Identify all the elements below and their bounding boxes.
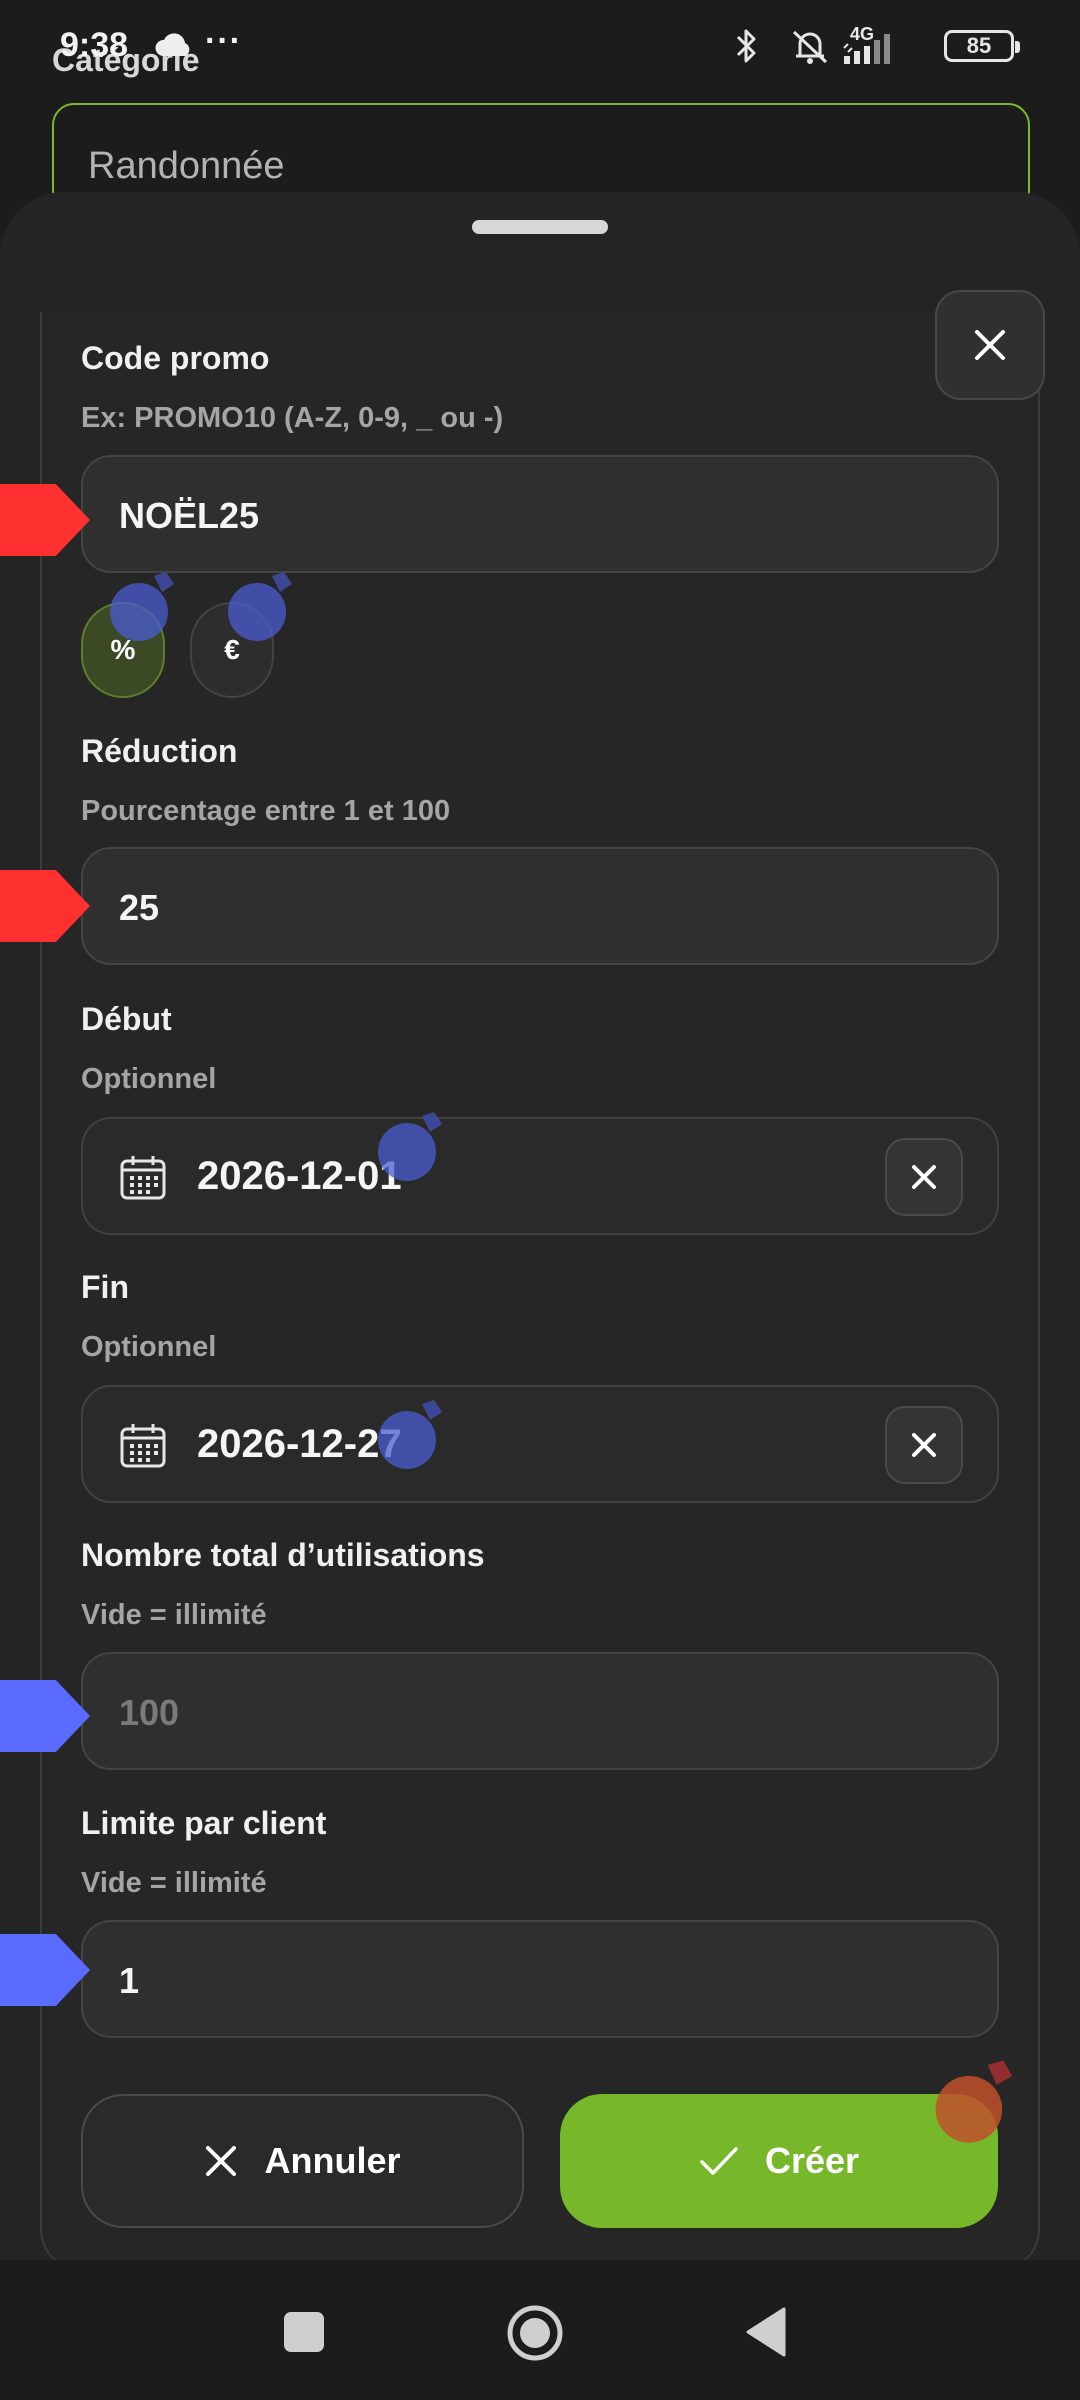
- start-date-value: 2026-12-01: [197, 1154, 402, 1198]
- promo-code-hint: Ex: PROMO10 (A-Z, 0-9, _ ou -): [81, 402, 504, 434]
- total-uses-placeholder: 100: [119, 1692, 180, 1733]
- reduction-hint: Pourcentage entre 1 et 100: [81, 795, 451, 827]
- end-date-hint: Optionnel: [81, 1331, 217, 1363]
- end-date-value: 2026-12-27: [197, 1422, 402, 1466]
- sheet-drag-handle[interactable]: [472, 220, 608, 234]
- start-date-field[interactable]: 2026-12-01: [81, 1117, 999, 1235]
- end-date-label: Fin: [81, 1269, 129, 1305]
- battery-icon: 85: [944, 30, 1020, 62]
- signal-icon: [840, 26, 910, 71]
- check-icon: [700, 2147, 738, 2175]
- clear-end-date-button[interactable]: [885, 1406, 963, 1484]
- reduction-input[interactable]: 25: [81, 847, 999, 965]
- calendar-icon: [119, 1155, 167, 1206]
- cloud-icon: [155, 32, 193, 63]
- system-nav-bar: [0, 2260, 1080, 2400]
- clear-start-date-button[interactable]: [885, 1138, 963, 1216]
- home-icon[interactable]: [506, 2304, 564, 2367]
- status-time: 9:38: [60, 26, 129, 64]
- more-dots-icon: ···: [205, 22, 242, 60]
- total-uses-label: Nombre total d’utilisations: [81, 1537, 485, 1573]
- recent-apps-icon[interactable]: [284, 2312, 324, 2352]
- promo-code-label: Code promo: [81, 340, 270, 376]
- bell-muted-icon: [788, 26, 832, 71]
- start-date-hint: Optionnel: [81, 1063, 217, 1095]
- close-icon: [912, 1433, 936, 1457]
- per-client-limit-label: Limite par client: [81, 1805, 327, 1841]
- touch-marker-icon: [228, 572, 292, 641]
- per-client-limit-hint: Vide = illimité: [81, 1867, 267, 1899]
- close-icon: [975, 330, 1005, 360]
- create-button-label: Créer: [764, 2140, 860, 2181]
- per-client-limit-input[interactable]: 1: [81, 1920, 999, 2038]
- touch-marker-icon: [110, 572, 174, 641]
- reduction-value: 25: [119, 887, 160, 928]
- back-icon[interactable]: [744, 2306, 788, 2363]
- touch-marker-icon: [378, 1400, 442, 1469]
- per-client-limit-value: 1: [119, 1960, 140, 2001]
- reduction-label: Réduction: [81, 733, 238, 769]
- cancel-button[interactable]: Annuler: [81, 2094, 524, 2228]
- end-date-field[interactable]: 2026-12-27: [81, 1385, 999, 1503]
- status-bar: 9:38 ··· 4G 85: [0, 0, 1080, 96]
- calendar-icon: [119, 1423, 167, 1474]
- cancel-button-label: Annuler: [264, 2140, 401, 2181]
- total-uses-input[interactable]: 100: [81, 1652, 999, 1770]
- total-uses-hint: Vide = illimité: [81, 1599, 267, 1631]
- promo-code-input[interactable]: NOËL25: [81, 455, 999, 573]
- background-category-value: Randonnée: [88, 145, 285, 187]
- touch-marker-icon: [378, 1112, 442, 1181]
- promo-code-value: NOËL25: [119, 495, 260, 536]
- bluetooth-icon: [734, 26, 760, 71]
- touch-marker-icon: [935, 2060, 1013, 2143]
- start-date-label: Début: [81, 1001, 172, 1037]
- close-icon: [912, 1165, 936, 1189]
- close-sheet-button[interactable]: [935, 290, 1045, 400]
- close-icon: [206, 2146, 237, 2176]
